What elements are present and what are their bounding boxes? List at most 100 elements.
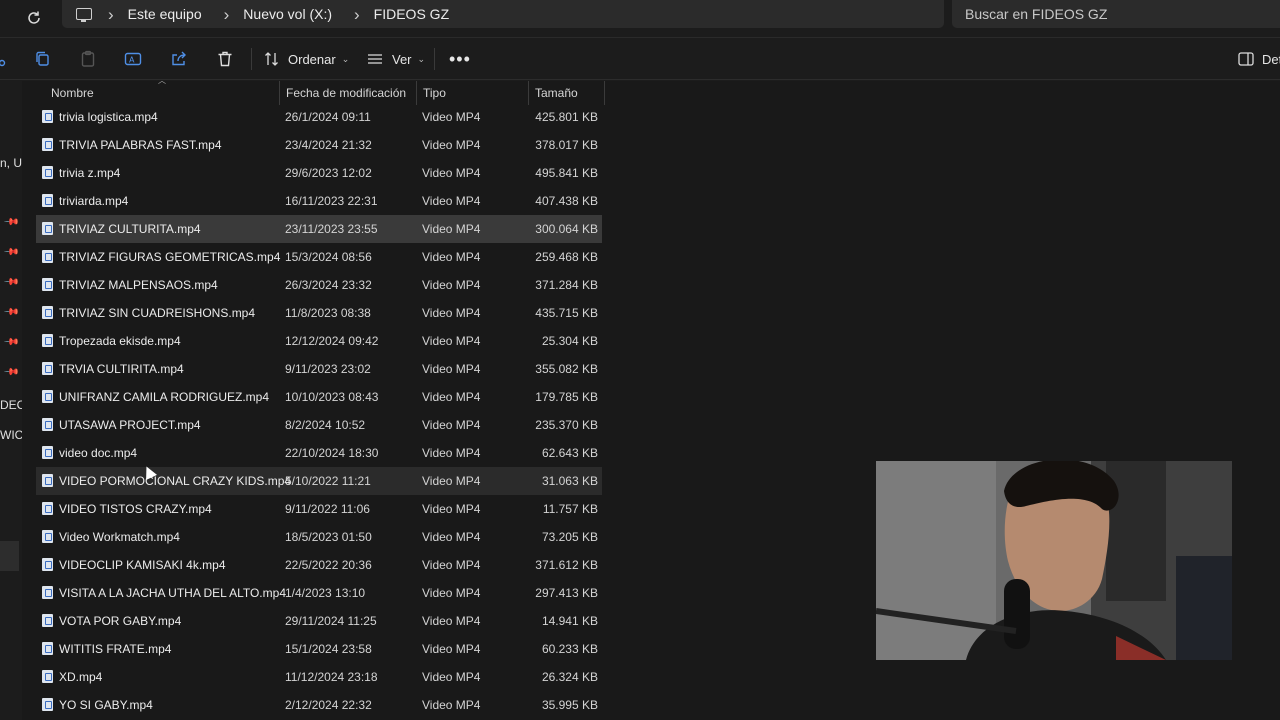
- file-date: 15/1/2024 23:58: [285, 642, 372, 656]
- video-file-icon: [42, 390, 53, 403]
- file-row[interactable]: trivia logistica.mp4 26/1/2024 09:11 Video…: [36, 103, 602, 131]
- file-date: 15/3/2024 08:56: [285, 250, 372, 264]
- chevron-right-icon[interactable]: ›: [224, 6, 230, 23]
- file-size: 31.063 KB: [541, 474, 598, 488]
- file-name: VOTA POR GABY.mp4: [59, 614, 182, 628]
- nav-item-fragment[interactable]: n, U: [0, 156, 22, 170]
- nav-item-highlight[interactable]: [0, 541, 19, 571]
- details-pane-button[interactable]: Det: [1238, 48, 1280, 70]
- file-name: VIDEOCLIP KAMISAKI 4k.mp4: [59, 558, 226, 572]
- file-row[interactable]: TRIVIA PALABRAS FAST.mp4 23/4/2024 21:32 V…: [36, 131, 602, 159]
- file-row[interactable]: TRIVIAZ FIGURAS GEOMETRICAS.mp4 15/3/2024…: [36, 243, 602, 271]
- chevron-down-icon: ⌄: [341, 53, 350, 64]
- column-header-name[interactable]: Nombre: [36, 81, 280, 105]
- file-row[interactable]: YO SI GABY.mp4 2/12/2024 22:32 Video MP4 35…: [36, 691, 602, 719]
- file-row[interactable]: XD.mp4 11/12/2024 23:18 Video MP4 26.324 KB: [36, 663, 602, 691]
- file-type: Video MP4: [422, 474, 481, 488]
- pin-icon: 📌: [2, 244, 20, 261]
- file-name: XD.mp4: [59, 670, 103, 684]
- file-row[interactable]: Tropezada ekisde.mp4 12/12/2024 09:42 Vide…: [36, 327, 602, 355]
- breadcrumb-nuevo-vol[interactable]: Nuevo vol (X:): [243, 6, 332, 22]
- chevron-down-icon: ⌄: [417, 53, 426, 64]
- breadcrumb-fideos-gz[interactable]: FIDEOS GZ: [374, 6, 449, 22]
- file-name: VIDEO PORMOCIONAL CRAZY KIDS.mp4: [59, 474, 292, 488]
- file-type: Video MP4: [422, 614, 481, 628]
- file-size: 62.643 KB: [541, 446, 598, 460]
- pin-icon: 📌: [2, 214, 20, 231]
- view-button[interactable]: Ver ⌄: [367, 48, 425, 70]
- file-name: trivia logistica.mp4: [59, 110, 158, 124]
- video-file-icon: [42, 502, 53, 515]
- file-size: 11.757 KB: [542, 502, 598, 516]
- file-row[interactable]: TRVIA CULTIRITA.mp4 9/11/2023 23:02 Video …: [36, 355, 602, 383]
- file-type: Video MP4: [422, 250, 481, 264]
- nav-item-fragment[interactable]: DEC: [0, 398, 22, 412]
- refresh-icon[interactable]: [22, 6, 46, 30]
- details-pane-icon: [1238, 52, 1254, 66]
- file-date: 29/11/2024 11:25: [285, 614, 377, 628]
- file-row[interactable]: VIDEO PORMOCIONAL CRAZY KIDS.mp4 5/10/202…: [36, 467, 602, 495]
- file-type: Video MP4: [422, 334, 481, 348]
- copy-icon[interactable]: [34, 50, 52, 68]
- file-type: Video MP4: [422, 670, 481, 684]
- video-file-icon: [42, 614, 53, 627]
- chevron-right-icon[interactable]: ›: [108, 6, 114, 23]
- file-type: Video MP4: [422, 586, 481, 600]
- search-input[interactable]: [965, 6, 1265, 22]
- file-size: 179.785 KB: [535, 390, 598, 404]
- file-row[interactable]: WITITIS FRATE.mp4 15/1/2024 23:58 Video MP…: [36, 635, 602, 663]
- file-rows: trivia logistica.mp4 26/1/2024 09:11 Video…: [36, 103, 602, 719]
- file-row[interactable]: TRIVIAZ MALPENSAOS.mp4 26/3/2024 23:32 Vid…: [36, 271, 602, 299]
- file-name: triviarda.mp4: [59, 194, 129, 208]
- file-row[interactable]: VIDEO TISTOS CRAZY.mp4 9/11/2022 11:06 Vid…: [36, 495, 602, 523]
- file-row[interactable]: TRIVIAZ SIN CUADREISHONS.mp4 11/8/2023 08…: [36, 299, 602, 327]
- file-row[interactable]: UNIFRANZ CAMILA RODRIGUEZ.mp4 10/10/2023 …: [36, 383, 602, 411]
- file-row[interactable]: VISITA A LA JACHA UTHA DEL ALTO.mp4 1/4/2…: [36, 579, 602, 607]
- more-options-icon[interactable]: •••: [449, 48, 471, 70]
- rename-icon[interactable]: A: [124, 50, 142, 68]
- column-header-size[interactable]: Tamaño: [529, 81, 605, 105]
- file-row[interactable]: video doc.mp4 22/10/2024 18:30 Video MP4 62…: [36, 439, 602, 467]
- file-name: UTASAWA PROJECT.mp4: [59, 418, 201, 432]
- chevron-right-icon[interactable]: ›: [354, 6, 360, 23]
- cut-icon[interactable]: [0, 50, 12, 68]
- file-type: Video MP4: [422, 502, 481, 516]
- nav-item-fragment[interactable]: WIC: [0, 428, 22, 442]
- file-date: 5/10/2022 11:21: [285, 474, 371, 488]
- this-pc-icon[interactable]: [76, 8, 92, 22]
- video-file-icon: [42, 222, 53, 235]
- file-row[interactable]: TRIVIAZ CULTURITA.mp4 23/11/2023 23:55 Vid…: [36, 215, 602, 243]
- column-header-type[interactable]: Tipo: [417, 81, 529, 105]
- column-header-date[interactable]: Fecha de modificación: [280, 81, 417, 105]
- sort-button[interactable]: Ordenar ⌄: [264, 48, 349, 70]
- breadcrumb[interactable]: › Este equipo › Nuevo vol (X:) › FIDEOS …: [62, 0, 944, 28]
- file-row[interactable]: UTASAWA PROJECT.mp4 8/2/2024 10:52 Video M…: [36, 411, 602, 439]
- video-file-icon: [42, 194, 53, 207]
- breadcrumb-este-equipo[interactable]: Este equipo: [128, 6, 202, 22]
- file-row[interactable]: VOTA POR GABY.mp4 29/11/2024 11:25 Video M…: [36, 607, 602, 635]
- delete-icon[interactable]: [216, 50, 234, 68]
- file-type: Video MP4: [422, 278, 481, 292]
- file-row[interactable]: VIDEOCLIP KAMISAKI 4k.mp4 22/5/2022 20:36…: [36, 551, 602, 579]
- file-row[interactable]: triviarda.mp4 16/11/2023 22:31 Video MP4 40…: [36, 187, 602, 215]
- file-name: TRIVIAZ MALPENSAOS.mp4: [59, 278, 218, 292]
- paste-icon[interactable]: [79, 50, 97, 68]
- file-size: 355.082 KB: [535, 362, 598, 376]
- file-size: 14.941 KB: [541, 614, 598, 628]
- file-size: 425.801 KB: [535, 110, 598, 124]
- file-date: 12/12/2024 09:42: [285, 334, 379, 348]
- search-box[interactable]: [952, 0, 1280, 28]
- file-type: Video MP4: [422, 222, 481, 236]
- video-file-icon: [42, 278, 53, 291]
- command-bar: A Ordenar ⌄ Ver ⌄ ••• Det: [0, 38, 1280, 80]
- share-icon[interactable]: [170, 50, 188, 68]
- pin-icon: 📌: [2, 364, 20, 381]
- file-size: 495.841 KB: [535, 166, 598, 180]
- file-date: 16/11/2023 22:31: [285, 194, 378, 208]
- file-date: 26/3/2024 23:32: [285, 278, 372, 292]
- file-size: 297.413 KB: [535, 586, 598, 600]
- file-row[interactable]: trivia z.mp4 29/6/2023 12:02 Video MP4 495.…: [36, 159, 602, 187]
- file-type: Video MP4: [422, 306, 481, 320]
- file-row[interactable]: Video Workmatch.mp4 18/5/2023 01:50 Video …: [36, 523, 602, 551]
- file-type: Video MP4: [422, 390, 481, 404]
